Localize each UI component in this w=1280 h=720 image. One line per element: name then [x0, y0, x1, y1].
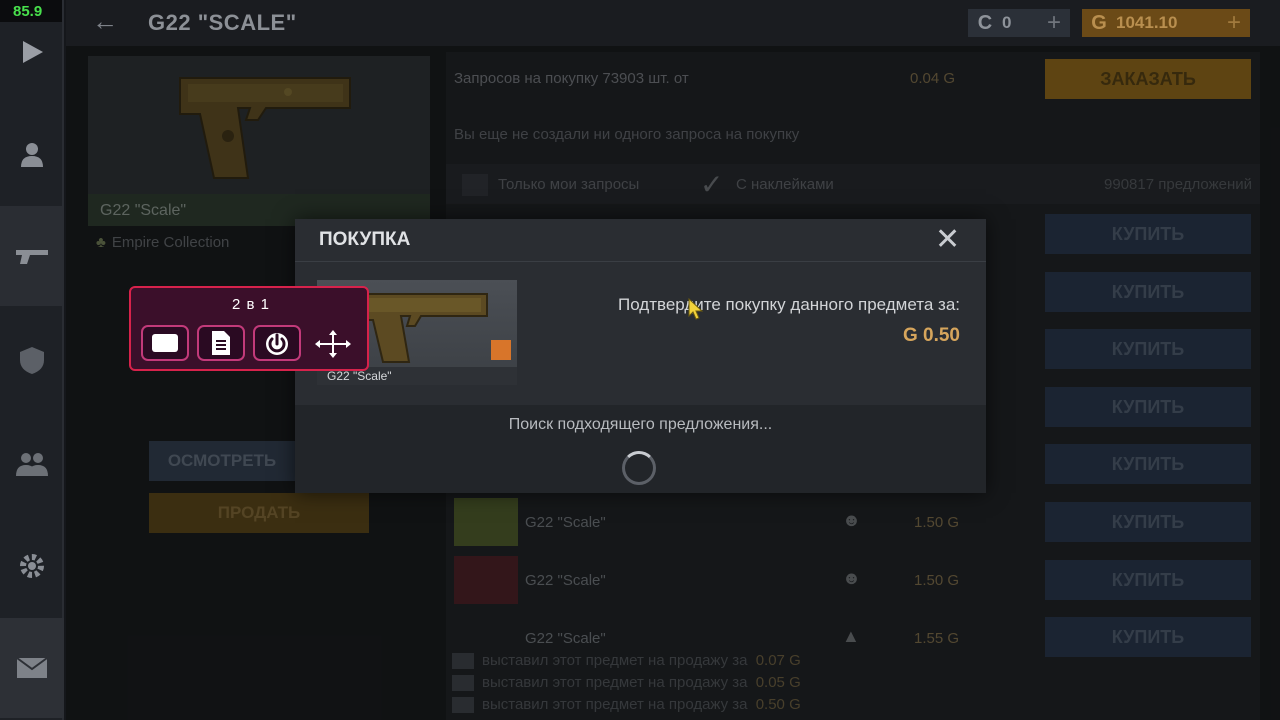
purchase-dialog: ПОКУПКА ✕ G22 "Scale" Подтвердите покупк… — [295, 219, 986, 493]
window-icon — [152, 334, 178, 352]
left-nav — [0, 0, 64, 720]
currency-c-box: C 0 + — [968, 9, 1070, 37]
add-currency-c-button[interactable]: + — [1038, 9, 1070, 37]
loading-spinner-icon — [622, 451, 656, 485]
widget-document-button[interactable] — [197, 325, 245, 361]
clan-shield-icon[interactable] — [0, 310, 64, 410]
back-arrow-icon[interactable]: ← — [92, 6, 118, 37]
fps-counter: 85.9 — [0, 0, 62, 22]
currency-g-value: 1041.10 — [1116, 13, 1178, 32]
top-bar: ← G22 "SCALE" C 0 + G 1041.10 + — [66, 0, 1280, 46]
mouse-cursor-icon — [688, 298, 704, 320]
overlay-widget: 2 в 1 — [129, 286, 369, 371]
move-arrows-icon[interactable] — [313, 328, 353, 360]
searching-status: Поиск подходящего предложения... — [508, 416, 773, 433]
inventory-gun-icon[interactable] — [0, 206, 64, 306]
close-icon[interactable]: ✕ — [935, 225, 960, 255]
confirm-text: Подтвердите покупку данного предмета за: — [618, 295, 960, 314]
dialog-title: ПОКУПКА — [319, 229, 411, 250]
widget-title: 2 в 1 — [232, 296, 270, 313]
currency-c-value: 0 — [1002, 13, 1012, 32]
profile-icon[interactable] — [0, 104, 64, 204]
settings-gear-icon[interactable] — [0, 516, 64, 616]
widget-window-button[interactable] — [141, 325, 189, 361]
page-title: G22 "SCALE" — [148, 10, 297, 35]
power-icon — [266, 333, 288, 355]
sticker-fox-icon — [491, 340, 511, 360]
currency-g-box: G 1041.10 + — [1082, 9, 1250, 37]
friends-icon[interactable] — [0, 414, 64, 514]
mail-icon[interactable] — [0, 618, 64, 718]
dialog-divider — [295, 261, 986, 262]
add-currency-g-button[interactable]: + — [1218, 9, 1250, 37]
document-icon — [212, 331, 230, 355]
play-icon[interactable] — [0, 20, 64, 84]
currency-c-icon: C — [977, 11, 993, 34]
widget-power-button[interactable] — [253, 325, 301, 361]
currency-g-icon: G — [1091, 11, 1107, 34]
purchase-price: G 0.50 — [902, 325, 960, 346]
